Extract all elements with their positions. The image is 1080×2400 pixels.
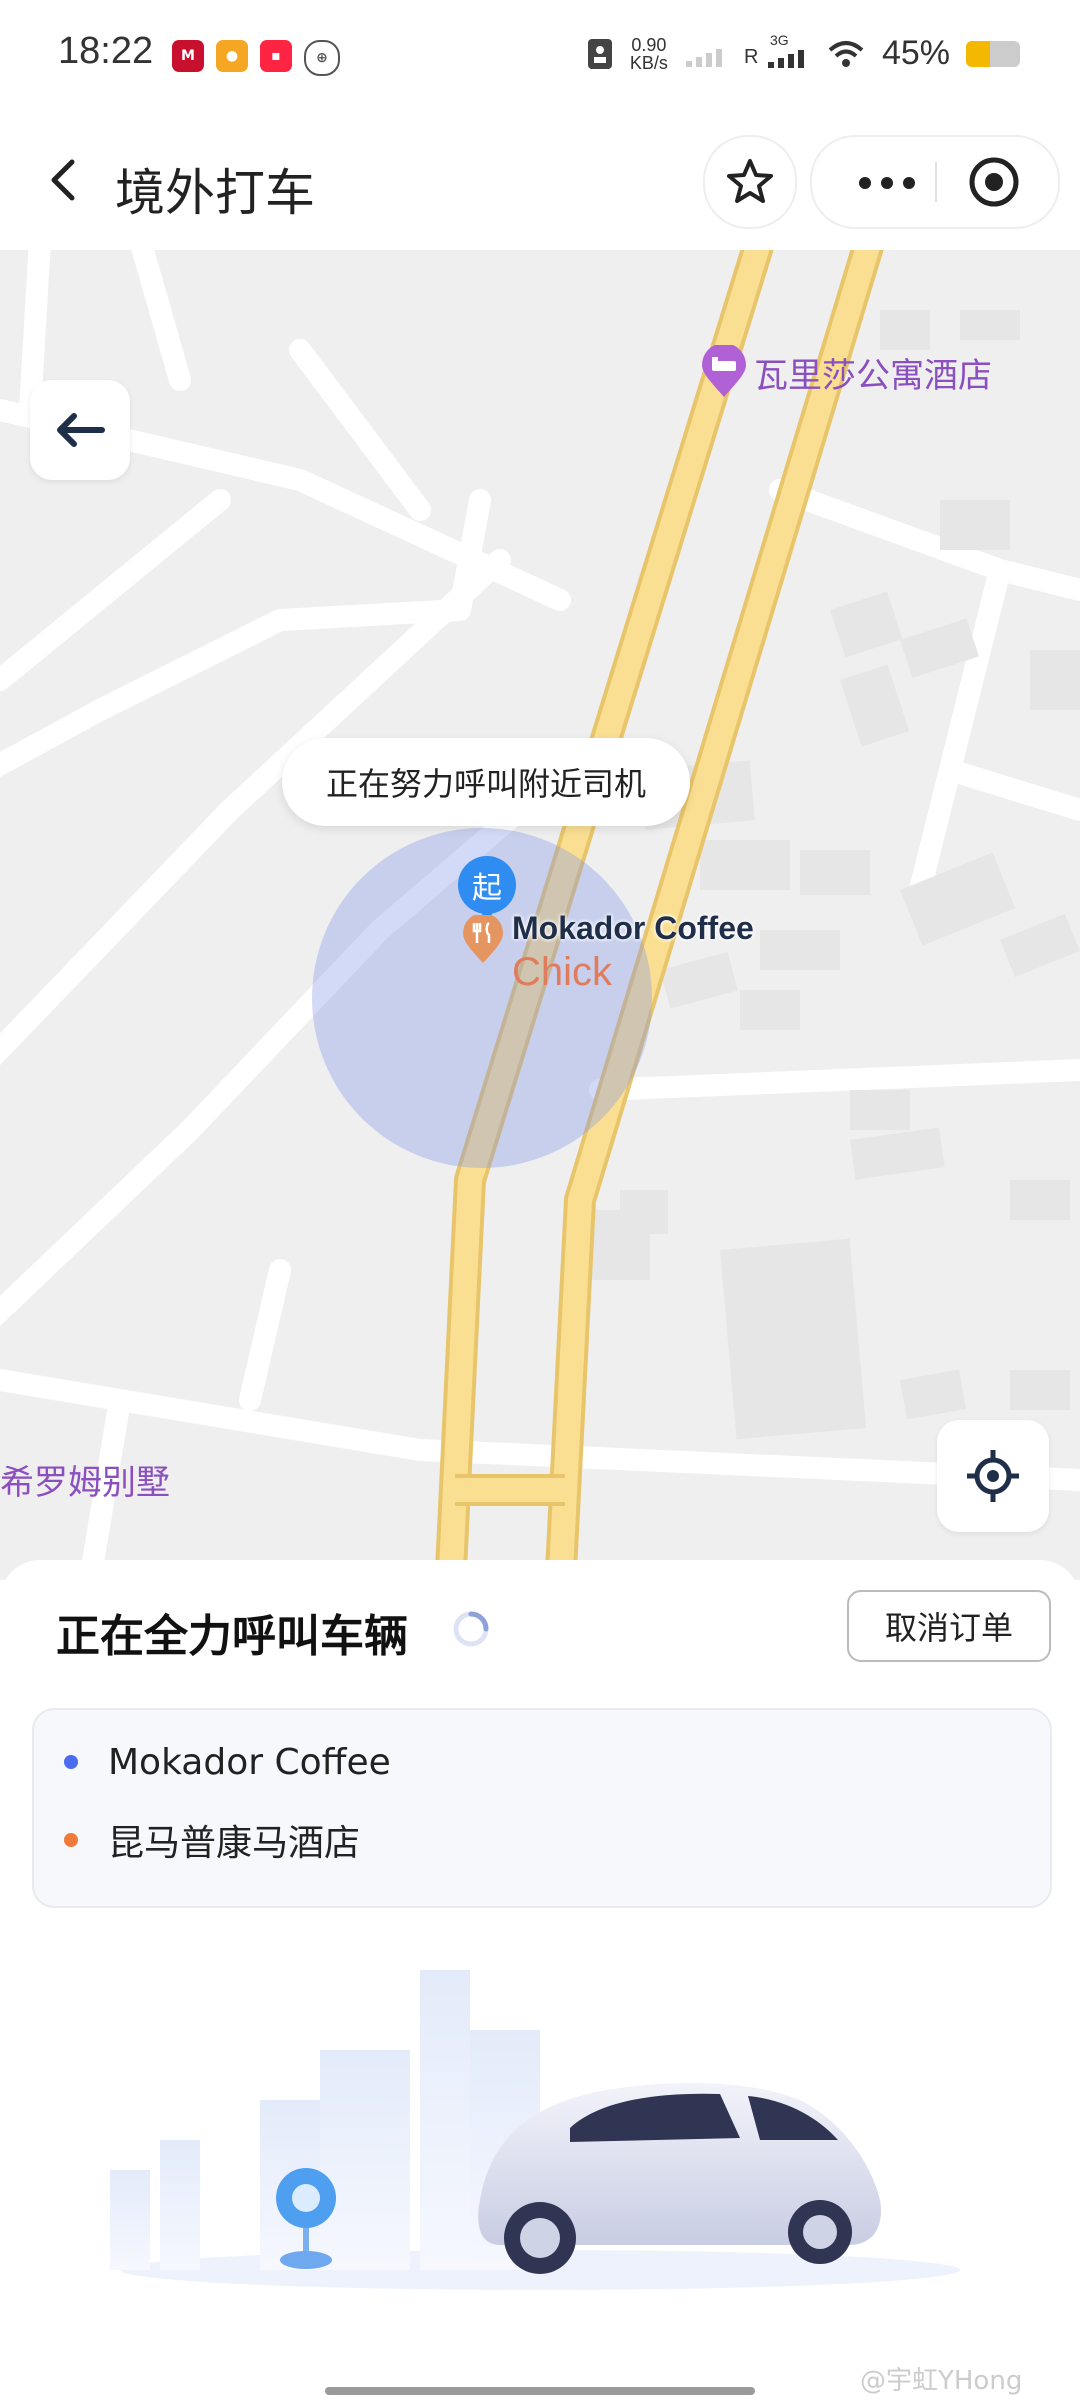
arrow-left-icon xyxy=(57,413,105,447)
roaming-indicator: R xyxy=(743,45,759,68)
waiting-car-illustration xyxy=(110,1970,960,2290)
destination-location: 昆马普康马酒店 xyxy=(108,1823,361,1864)
title-bar: 境外打车 xyxy=(0,115,1080,250)
villa-label[interactable]: 希罗姆别墅 xyxy=(0,1455,170,1504)
cancel-order-button[interactable]: 取消订单 xyxy=(847,1590,1051,1662)
xiaohongshu-app-icon: ▪ xyxy=(260,40,292,72)
notification-icons: M ● ▪ ⊕ xyxy=(172,40,340,76)
capsule-divider xyxy=(935,162,937,202)
signal-bars-empty-icon xyxy=(685,48,722,67)
pickup-row: Mokador Coffee xyxy=(34,1732,391,1792)
battery-icon xyxy=(966,40,1020,67)
home-indicator[interactable] xyxy=(325,2387,755,2395)
status-bar: 18:22 M ● ▪ ⊕ 0.90 KB/s 3G R 45% xyxy=(0,0,1080,115)
loading-spinner-icon xyxy=(453,1611,489,1647)
target-circle-icon[interactable] xyxy=(964,152,1024,212)
hotel-poi[interactable]: 瓦里莎公寓酒店 xyxy=(700,345,992,399)
order-sheet: 正在全力呼叫车辆 取消订单 Mokador Coffee 昆马普康马酒店 xyxy=(0,1560,1080,2400)
weibo-app-icon: ● xyxy=(216,40,248,72)
hotel-label: 瓦里莎公寓酒店 xyxy=(754,355,992,396)
destination-dot-icon xyxy=(64,1833,78,1847)
status-time: 18:22 xyxy=(58,30,154,72)
start-pin: 起 xyxy=(458,856,516,924)
pickup-location: Mokador Coffee xyxy=(108,1741,391,1783)
net-speed: 0.90 KB/s xyxy=(630,36,668,72)
battery-percent: 45% xyxy=(881,34,950,72)
net-speed-unit: KB/s xyxy=(629,52,668,73)
app-notification-icon: ⊕ xyxy=(304,40,340,76)
net-speed-value: 0.90 xyxy=(631,34,667,55)
signal-3g: 3G R xyxy=(743,32,810,72)
bank-app-icon: M xyxy=(172,40,204,72)
locate-crosshair-icon xyxy=(967,1450,1019,1502)
nearby-poi-label[interactable]: Chick xyxy=(512,950,612,995)
favorite-button[interactable] xyxy=(703,135,797,229)
more-dots-icon xyxy=(859,177,915,189)
chevron-left-icon[interactable] xyxy=(36,150,96,210)
mini-program-capsule xyxy=(810,135,1060,229)
map-back-button[interactable] xyxy=(30,380,130,480)
locate-button[interactable] xyxy=(937,1420,1049,1532)
sim-card-icon xyxy=(587,38,612,69)
wifi-icon xyxy=(828,40,864,67)
weibo-watermark: @宇虹YHong xyxy=(860,2366,1023,2396)
calling-bubble: 正在努力呼叫附近司机 xyxy=(282,738,690,826)
route-card[interactable]: Mokador Coffee 昆马普康马酒店 xyxy=(32,1708,1052,1908)
hotel-pin-icon xyxy=(702,345,746,397)
page-title: 境外打车 xyxy=(115,164,315,222)
destination-row: 昆马普康马酒店 xyxy=(34,1810,360,1870)
signal-bars-icon xyxy=(767,49,804,68)
order-status-title: 正在全力呼叫车辆 xyxy=(56,1611,408,1662)
map-view[interactable]: 瓦里莎公寓酒店 希罗姆别墅 正在努力呼叫附近司机 起 Mokador Coffe… xyxy=(0,250,1080,1580)
star-icon xyxy=(727,159,773,203)
origin-poi-label[interactable]: Mokador Coffee xyxy=(512,910,754,947)
battery-level xyxy=(966,40,991,67)
more-button[interactable] xyxy=(852,163,922,203)
status-right: 0.90 KB/s 3G R 45% xyxy=(586,32,1020,73)
restaurant-pin-icon xyxy=(463,915,503,963)
pickup-dot-icon xyxy=(64,1755,78,1769)
